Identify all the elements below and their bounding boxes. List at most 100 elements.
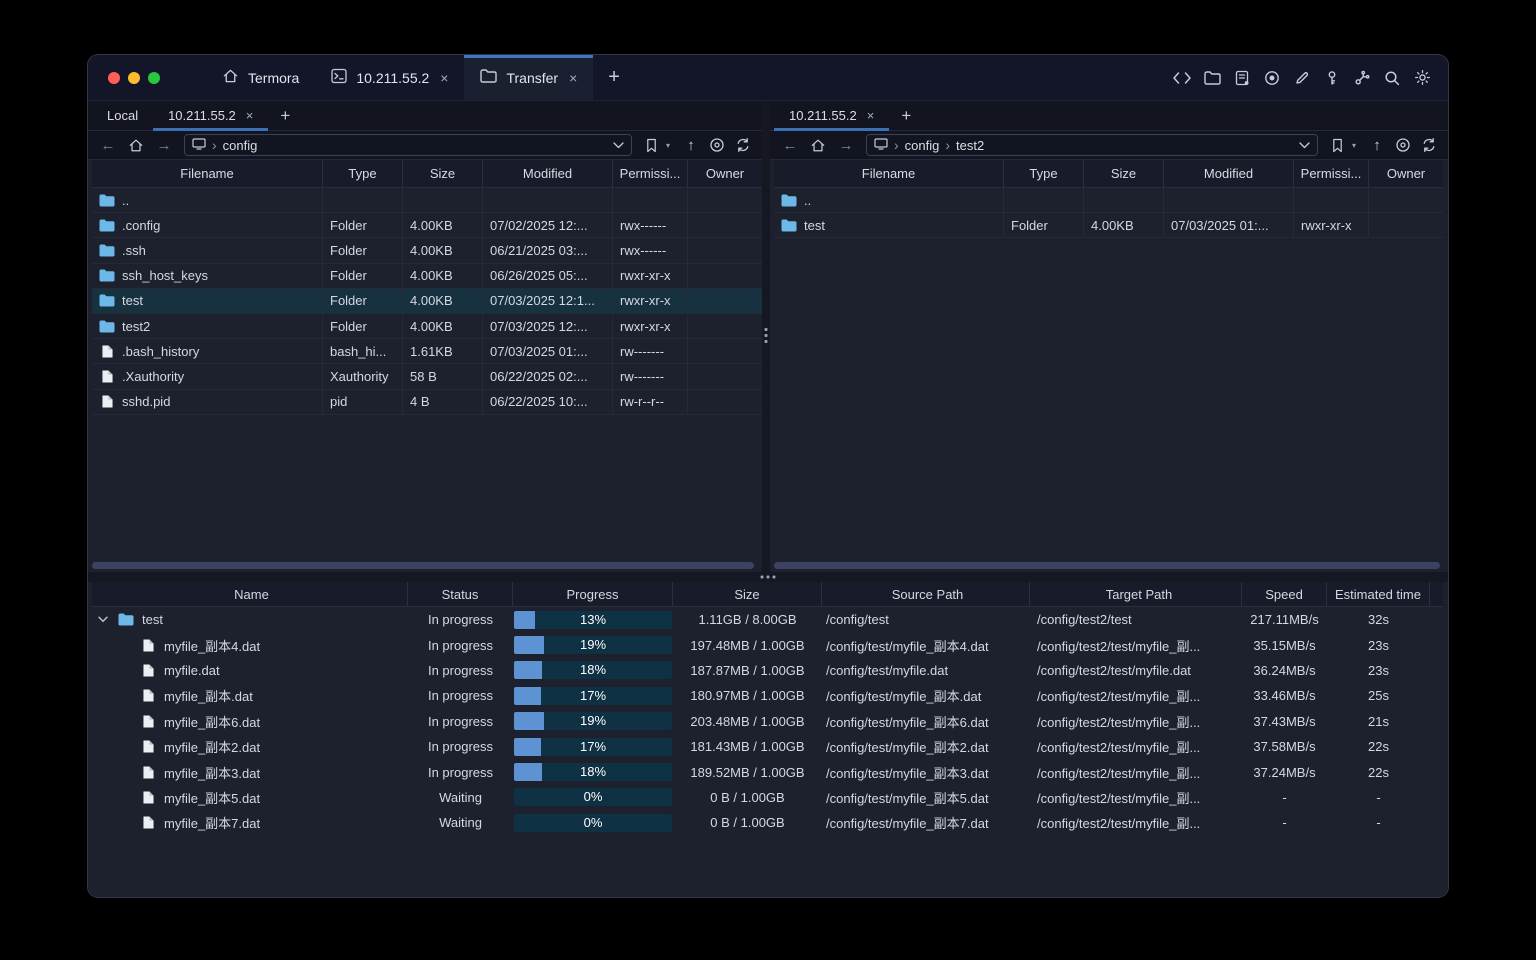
- transfer-speed: 36.24MB/s: [1253, 662, 1316, 678]
- bookmark-icon[interactable]: [640, 138, 662, 153]
- transfer-eta: 32s: [1368, 612, 1389, 628]
- forward-button[interactable]: →: [834, 137, 858, 154]
- new-pane-tab-button[interactable]: +: [268, 101, 302, 130]
- column-header-size[interactable]: Size: [1084, 160, 1164, 187]
- file-row[interactable]: ..: [92, 188, 762, 214]
- column-header-modified[interactable]: Modified: [483, 160, 613, 187]
- refresh-icon[interactable]: [1418, 137, 1440, 153]
- new-tab-button[interactable]: +: [593, 55, 635, 100]
- file-row[interactable]: ..: [774, 188, 1443, 214]
- transfer-row[interactable]: test In progress 13% 1.11GB / 8.00GB /co…: [92, 607, 1443, 632]
- column-header-eta[interactable]: Estimated time: [1327, 582, 1430, 606]
- scrollbar-thumb[interactable]: [92, 562, 754, 569]
- parent-directory-button[interactable]: ↑: [1366, 137, 1388, 154]
- transfer-row[interactable]: myfile_副本5.dat Waiting 0% 0 B / 1.00GB /…: [92, 785, 1443, 810]
- pencil-icon[interactable]: [1290, 66, 1314, 90]
- file-row[interactable]: test Folder 4.00KB 07/03/2025 12:1... rw…: [92, 288, 762, 314]
- column-header-status[interactable]: Status: [408, 582, 513, 606]
- transfer-row[interactable]: myfile_副本4.dat In progress 19% 197.48MB …: [92, 632, 1443, 657]
- file-row[interactable]: .ssh Folder 4.00KB 06/21/2025 03:... rwx…: [92, 238, 762, 264]
- column-header-size[interactable]: Size: [673, 582, 822, 606]
- file-type-icon: [140, 664, 156, 677]
- refresh-icon[interactable]: [732, 137, 754, 153]
- column-header-target[interactable]: Target Path: [1030, 582, 1242, 606]
- eye-icon[interactable]: [1392, 137, 1414, 153]
- column-header-owner[interactable]: Owner: [688, 160, 762, 187]
- code-icon[interactable]: [1170, 66, 1194, 90]
- file-row[interactable]: .config Folder 4.00KB 07/02/2025 12:... …: [92, 213, 762, 239]
- search-icon[interactable]: [1380, 66, 1404, 90]
- chevron-down-icon[interactable]: [1299, 141, 1310, 149]
- column-header-permissions[interactable]: Permissi...: [613, 160, 688, 187]
- folder-icon[interactable]: [1200, 66, 1224, 90]
- file-row[interactable]: ssh_host_keys Folder 4.00KB 06/26/2025 0…: [92, 263, 762, 289]
- zoom-window-button[interactable]: [148, 71, 160, 84]
- close-icon[interactable]: ×: [246, 108, 254, 123]
- column-header-permissions[interactable]: Permissi...: [1294, 160, 1369, 187]
- column-header-source[interactable]: Source Path: [822, 582, 1030, 606]
- close-icon[interactable]: ×: [569, 70, 577, 86]
- file-type-icon: [781, 194, 797, 207]
- tab-transfer[interactable]: Transfer ×: [464, 55, 594, 100]
- column-header-owner[interactable]: Owner: [1369, 160, 1443, 187]
- pane-tab-remote[interactable]: 10.211.55.2 ×: [774, 101, 890, 131]
- tab-termora[interactable]: Termora: [206, 55, 315, 100]
- close-icon[interactable]: ×: [867, 108, 875, 123]
- transfer-row[interactable]: myfile_副本3.dat In progress 18% 189.52MB …: [92, 759, 1443, 784]
- pane-tab-local[interactable]: Local: [92, 101, 153, 130]
- file-row[interactable]: .bash_history bash_hi... 1.61KB 07/03/20…: [92, 339, 762, 365]
- column-header-modified[interactable]: Modified: [1164, 160, 1294, 187]
- minimize-window-button[interactable]: [128, 71, 140, 84]
- column-header-type[interactable]: Type: [323, 160, 403, 187]
- bookmark-dropdown-icon[interactable]: ▾: [666, 141, 676, 150]
- file-row[interactable]: test2 Folder 4.00KB 07/03/2025 12:... rw…: [92, 313, 762, 340]
- breadcrumb-segment[interactable]: config: [223, 138, 258, 153]
- breadcrumb-segment[interactable]: config: [905, 138, 940, 153]
- file-row[interactable]: .Xauthority Xauthority 58 B 06/22/2025 0…: [92, 364, 762, 390]
- file-row[interactable]: sshd.pid pid 4 B 06/22/2025 10:... rw-r-…: [92, 389, 762, 415]
- close-window-button[interactable]: [108, 71, 120, 84]
- new-pane-tab-button[interactable]: +: [889, 101, 923, 130]
- horizontal-splitter[interactable]: [88, 572, 1448, 582]
- bookmark-dropdown-icon[interactable]: ▾: [1352, 141, 1362, 150]
- home-button[interactable]: [806, 138, 830, 153]
- transfer-row[interactable]: myfile_副本2.dat In progress 17% 181.43MB …: [92, 734, 1443, 759]
- column-header-type[interactable]: Type: [1004, 160, 1084, 187]
- column-header-name[interactable]: Name: [92, 582, 408, 606]
- expand-chevron-icon[interactable]: [96, 616, 110, 623]
- back-button[interactable]: ←: [778, 137, 802, 154]
- vertical-splitter[interactable]: [762, 101, 770, 572]
- path-field[interactable]: › config: [184, 134, 632, 156]
- transfer-row[interactable]: myfile_副本7.dat Waiting 0% 0 B / 1.00GB /…: [92, 810, 1443, 835]
- tab-terminal-session[interactable]: 10.211.55.2 ×: [315, 55, 464, 100]
- bookmark-icon[interactable]: [1326, 138, 1348, 153]
- file-row[interactable]: test Folder 4.00KB 07/03/2025 01:... rwx…: [774, 213, 1443, 239]
- column-header-size[interactable]: Size: [403, 160, 483, 187]
- breadcrumb-segment[interactable]: test2: [956, 138, 984, 153]
- log-icon[interactable]: [1230, 66, 1254, 90]
- column-header-speed[interactable]: Speed: [1242, 582, 1327, 606]
- gear-icon[interactable]: [1410, 66, 1434, 90]
- close-icon[interactable]: ×: [440, 70, 448, 86]
- pane-tab-remote[interactable]: 10.211.55.2 ×: [153, 101, 269, 131]
- port-forward-icon[interactable]: [1350, 66, 1374, 90]
- scrollbar-thumb[interactable]: [774, 562, 1440, 569]
- eye-icon[interactable]: [706, 137, 728, 153]
- transfer-row[interactable]: myfile.dat In progress 18% 187.87MB / 1.…: [92, 658, 1443, 683]
- record-icon[interactable]: [1260, 66, 1284, 90]
- path-field[interactable]: › config › test2: [866, 134, 1318, 156]
- transfer-row[interactable]: myfile_副本6.dat In progress 19% 203.48MB …: [92, 709, 1443, 734]
- column-header-filename[interactable]: Filename: [774, 160, 1004, 187]
- column-header-filename[interactable]: Filename: [92, 160, 323, 187]
- home-button[interactable]: [124, 138, 148, 153]
- back-button[interactable]: ←: [96, 137, 120, 154]
- transfer-row[interactable]: myfile_副本.dat In progress 17% 180.97MB /…: [92, 683, 1443, 708]
- column-header-progress[interactable]: Progress: [513, 582, 673, 606]
- forward-button[interactable]: →: [152, 137, 176, 154]
- key-icon[interactable]: [1320, 66, 1344, 90]
- parent-directory-button[interactable]: ↑: [680, 137, 702, 154]
- horizontal-scrollbar[interactable]: [92, 562, 754, 569]
- filename: .Xauthority: [122, 368, 185, 384]
- horizontal-scrollbar[interactable]: [774, 562, 1440, 569]
- chevron-down-icon[interactable]: [613, 141, 624, 149]
